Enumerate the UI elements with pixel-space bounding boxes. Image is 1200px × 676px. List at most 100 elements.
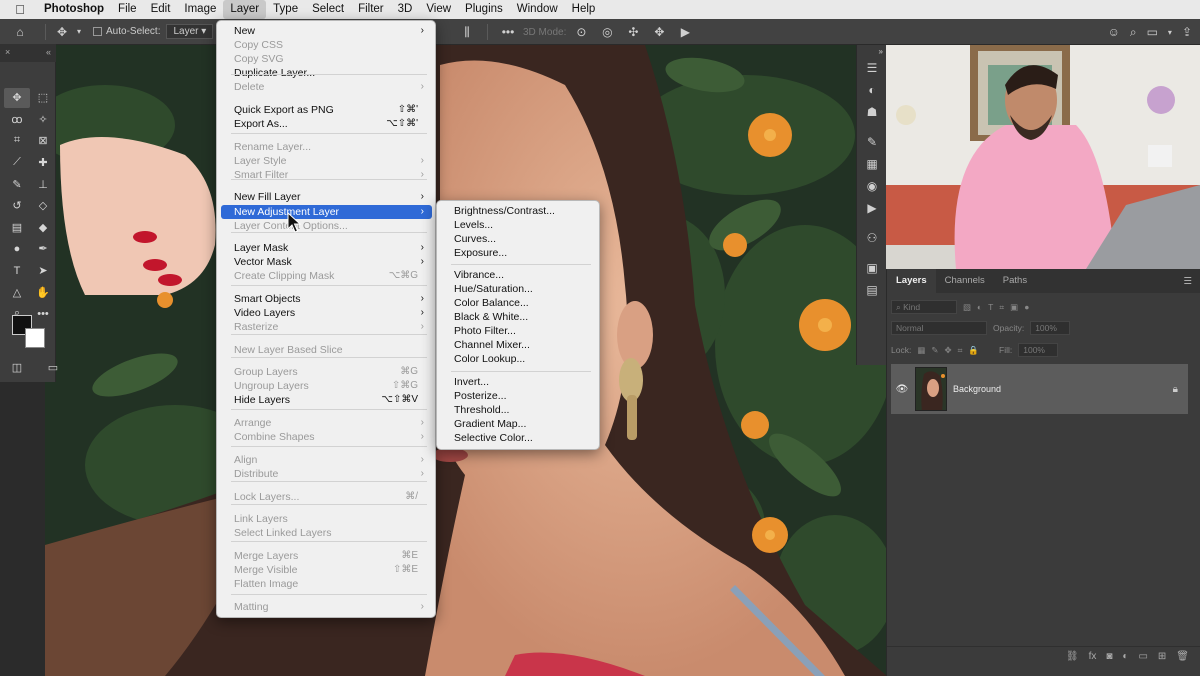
adjustment-menu-item[interactable]: Color Balance...	[441, 296, 596, 310]
menu-view[interactable]: View	[419, 0, 458, 19]
shape-tool-icon[interactable]: △	[4, 282, 30, 302]
healing-brush-icon[interactable]: ✚	[30, 153, 56, 173]
adjustment-menu-item[interactable]: Exposure...	[441, 246, 596, 260]
layer-menu-item[interactable]: Vector Mask ›	[221, 255, 432, 269]
layer-menu-item[interactable]: Duplicate Layer...	[221, 66, 432, 80]
kind-filter-dropdown[interactable]: ⌕ Kind	[891, 300, 957, 314]
fill-input[interactable]: 100%	[1018, 343, 1059, 357]
3d-camera-icon[interactable]: ▶	[674, 25, 696, 39]
tab-layers[interactable]: Layers	[887, 269, 936, 293]
character-icon[interactable]: ⚇	[857, 227, 887, 249]
brush-settings-icon[interactable]: ✎	[857, 131, 887, 153]
3d-orbit-icon[interactable]: ⊙	[570, 25, 592, 39]
adjustment-menu-item[interactable]: Black & White...	[441, 310, 596, 324]
menu-image[interactable]: Image	[177, 0, 223, 19]
tab-channels[interactable]: Channels	[936, 269, 994, 293]
home-icon[interactable]: ⌂	[0, 25, 40, 39]
libraries-icon[interactable]: ☗	[857, 101, 887, 123]
export-icon[interactable]: ⇪	[1182, 25, 1192, 39]
properties-icon[interactable]: ☰	[857, 57, 887, 79]
lock-icon[interactable]: 🔒︎	[1173, 384, 1188, 395]
menu-help[interactable]: Help	[565, 0, 603, 19]
3d-roll-icon[interactable]: ◎	[596, 25, 618, 39]
actions-icon[interactable]: ▶	[857, 197, 887, 219]
close-icon[interactable]: ×	[5, 47, 10, 57]
align-icon[interactable]: ⫼	[456, 25, 478, 40]
adjustment-menu-item[interactable]: Posterize...	[441, 389, 596, 403]
tab-paths[interactable]: Paths	[994, 269, 1036, 293]
lock-image-icon[interactable]: ✎	[931, 345, 938, 356]
layer-menu-item[interactable]: New Fill Layer ›	[221, 190, 432, 204]
more-icon[interactable]: •••	[497, 25, 519, 39]
blur-tool-icon[interactable]: ◆	[30, 218, 56, 238]
background-color-swatch[interactable]	[25, 328, 45, 348]
link-layers-icon[interactable]: ⛓	[1066, 651, 1079, 662]
menu-3d[interactable]: 3D	[391, 0, 420, 19]
layer-menu-item[interactable]: Layer Mask ›	[221, 241, 432, 255]
dodge-tool-icon[interactable]: ●	[4, 239, 30, 259]
stamp-tool-icon[interactable]: ⊥	[30, 174, 56, 194]
adjustment-menu-item[interactable]: Levels...	[441, 218, 596, 232]
3d-slide-icon[interactable]: ✥	[648, 25, 670, 39]
3d-pan-icon[interactable]: ✣	[622, 25, 644, 39]
type-filter-icon[interactable]: T	[988, 302, 993, 312]
notes-icon[interactable]: ▤	[857, 279, 887, 301]
pixel-filter-icon[interactable]: ▧	[963, 302, 971, 313]
smart-object-filter-icon[interactable]: ▣	[1010, 302, 1018, 313]
layer-menu-item[interactable]: New Adjustment Layer ›	[221, 205, 432, 219]
styles-icon[interactable]: ◉	[857, 175, 887, 197]
adjustment-menu-item[interactable]: Color Lookup...	[441, 352, 596, 366]
layer-row[interactable]: 👁 Background 🔒︎	[891, 364, 1188, 414]
magic-wand-icon[interactable]: ✧	[30, 110, 56, 130]
layer-menu-item[interactable]: Quick Export as PNG ⇧⌘'	[221, 103, 432, 117]
lock-artboard-icon[interactable]: ⌗	[958, 345, 963, 356]
menu-file[interactable]: File	[111, 0, 144, 19]
new-adjustment-icon[interactable]: ◐	[1122, 651, 1128, 662]
apple-icon[interactable]: 	[0, 2, 40, 17]
lock-all-icon[interactable]: 🔒	[968, 345, 979, 356]
swatches-icon[interactable]: ▦	[857, 153, 887, 175]
adjustments-icon[interactable]: ◐	[857, 79, 887, 101]
crop-tool-icon[interactable]: ⌗	[4, 131, 30, 151]
layer-menu-item[interactable]: Smart Objects ›	[221, 292, 432, 306]
history-brush-icon[interactable]: ↺	[4, 196, 30, 216]
lock-position-icon[interactable]: ✥	[944, 345, 951, 356]
adjustment-menu-item[interactable]: Hue/Saturation...	[441, 282, 596, 296]
move-tool-icon[interactable]: ✥	[4, 88, 30, 108]
auto-select-checkbox[interactable]	[93, 27, 102, 36]
pen-tool-icon[interactable]: ✒	[30, 239, 56, 259]
adjustment-filter-icon[interactable]: ◐	[977, 302, 982, 312]
new-group-icon[interactable]: ▭	[1138, 651, 1147, 662]
layer-menu-item[interactable]: Video Layers ›	[221, 306, 432, 320]
search-icon[interactable]: ⌕	[1130, 25, 1137, 40]
fx-icon[interactable]: fx	[1089, 651, 1097, 662]
path-select-icon[interactable]: ➤	[30, 261, 56, 281]
menu-type[interactable]: Type	[266, 0, 305, 19]
collapse-icon[interactable]: «	[46, 47, 51, 57]
menu-layer[interactable]: Layer	[223, 0, 267, 19]
menu-edit[interactable]: Edit	[144, 0, 178, 19]
screen-mode-icon[interactable]: ▭	[40, 358, 66, 378]
adjustment-menu-item[interactable]: Channel Mixer...	[441, 338, 596, 352]
move-tool-icon[interactable]: ✥	[51, 25, 73, 39]
brush-tool-icon[interactable]: ✎	[4, 174, 30, 194]
shape-filter-icon[interactable]: ⌗	[999, 302, 1004, 313]
lasso-tool-icon[interactable]: ꝏ	[4, 110, 30, 130]
add-mask-icon[interactable]: ◙	[1106, 651, 1112, 662]
menu-window[interactable]: Window	[510, 0, 565, 19]
delete-layer-icon[interactable]: 🗑	[1176, 651, 1189, 662]
adjustment-menu-item[interactable]: Threshold...	[441, 403, 596, 417]
auto-select-dropdown[interactable]: Layer ▾	[166, 24, 214, 39]
quick-mask-icon[interactable]: ◫	[4, 358, 30, 378]
adjustment-menu-item[interactable]: Photo Filter...	[441, 324, 596, 338]
chevron-down-icon[interactable]: ▾	[73, 27, 85, 36]
blend-mode-dropdown[interactable]: Normal	[891, 321, 987, 335]
menu-app[interactable]: Photoshop	[40, 0, 111, 19]
adjustment-menu-item[interactable]: Gradient Map...	[441, 417, 596, 431]
more-tools-icon[interactable]: •••	[30, 304, 56, 324]
adjustment-menu-item[interactable]: Selective Color...	[441, 431, 596, 445]
opacity-input[interactable]: 100%	[1030, 321, 1071, 335]
adjustment-menu-item[interactable]: Curves...	[441, 232, 596, 246]
share-icon[interactable]: ☺	[1108, 25, 1120, 39]
eye-visibility-icon[interactable]: 👁	[891, 384, 913, 395]
